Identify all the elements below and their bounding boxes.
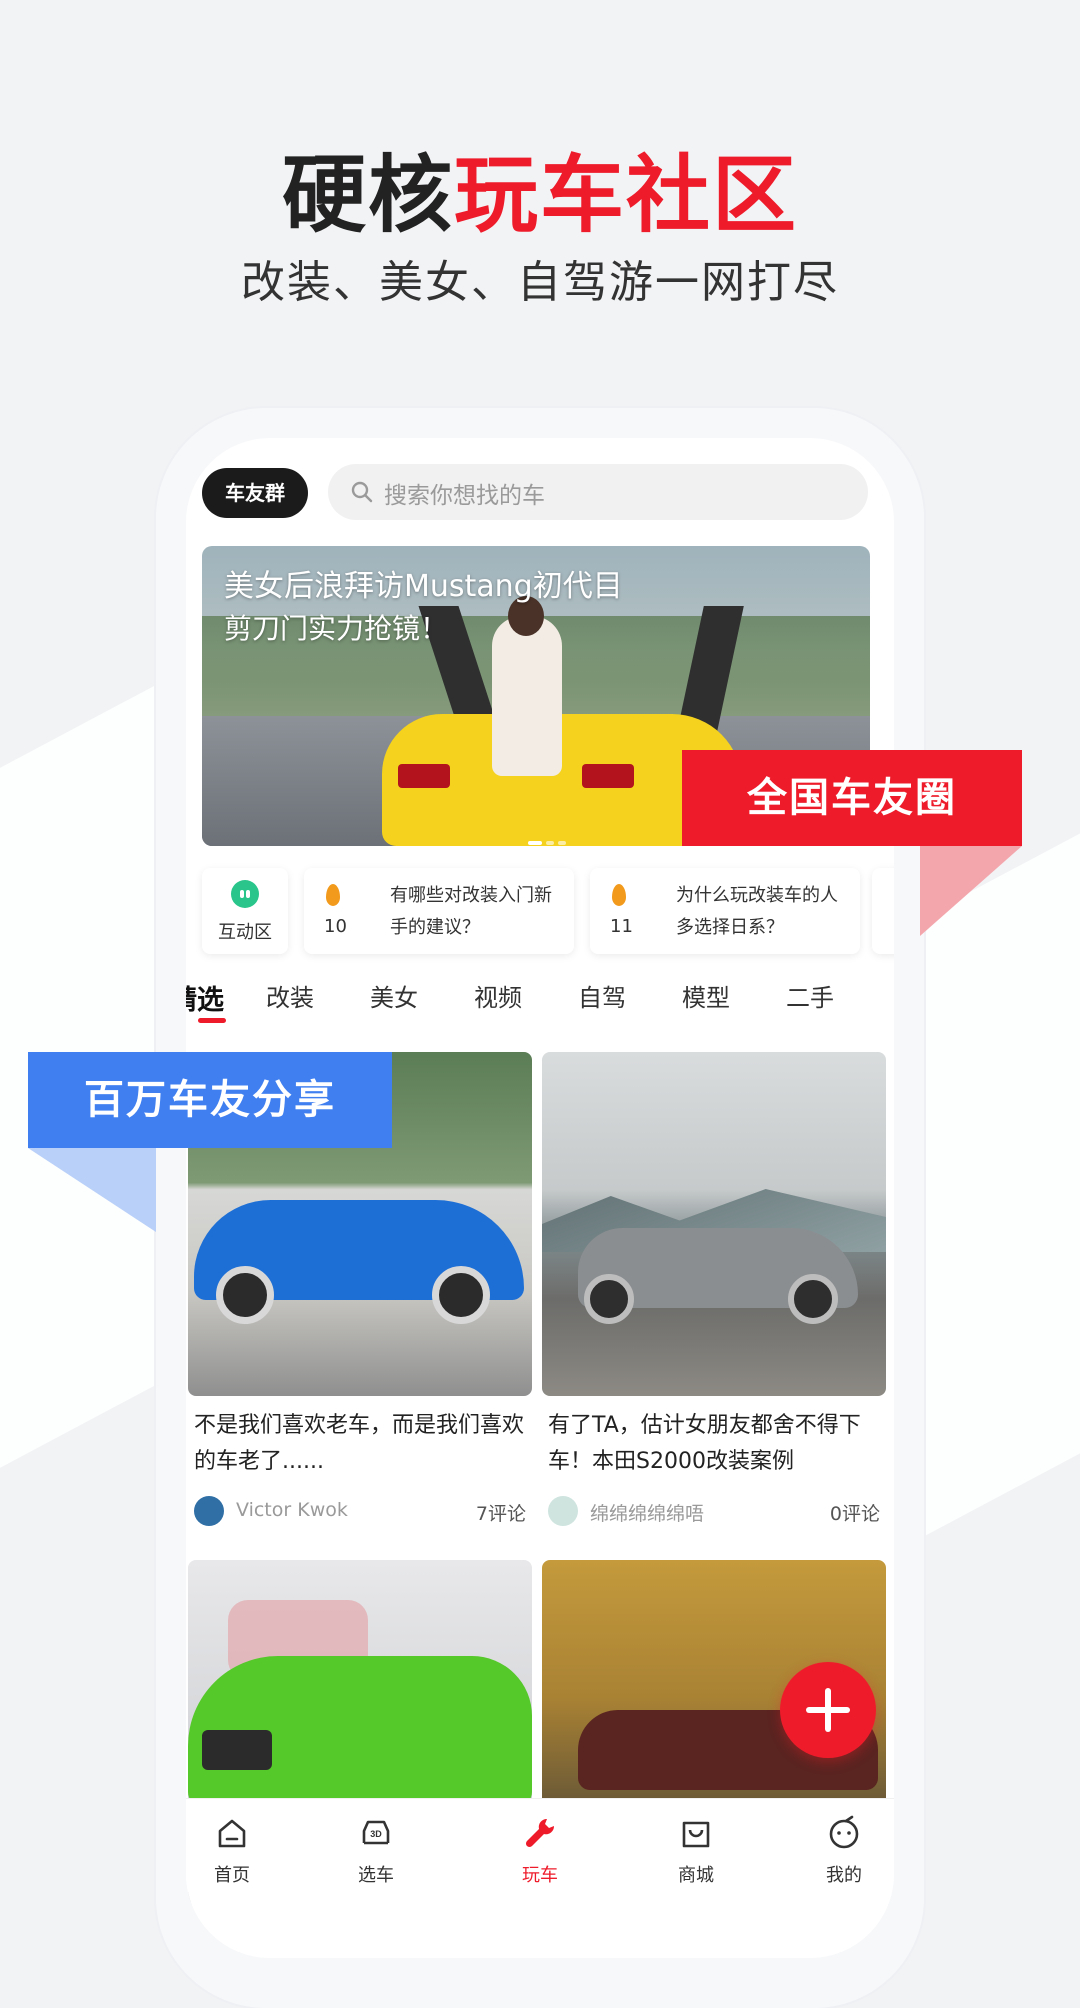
fire-icon: [612, 884, 626, 906]
banner-caption: 美女后浪拜访Mustang初代目 剪刀门实力抢镜！: [224, 566, 623, 650]
tab-road-trip[interactable]: 自驾: [578, 978, 626, 1013]
nav-label: 选车: [358, 1865, 394, 1886]
car-grill: [202, 1730, 272, 1770]
hero-subtitle: 改装、美女、自驾游一网打尽: [241, 257, 839, 308]
active-tab-indicator: [198, 1018, 226, 1023]
bottom-nav: 首页 3D 选车 玩车 商城 我的: [186, 1798, 894, 1958]
nav-play-car[interactable]: 玩车: [490, 1813, 590, 1887]
hot-topic-card[interactable]: 11 为什么玩改装车的人多选择日系？: [590, 868, 860, 954]
nationwide-circle-badge: 全国车友圈: [682, 750, 1022, 846]
nav-select-car[interactable]: 3D 选车: [326, 1813, 426, 1887]
nav-label: 商城: [678, 1865, 714, 1886]
wheel: [788, 1274, 838, 1324]
hot-topic-text: 为什么玩改装车的人多选择日系？: [676, 885, 838, 938]
post-card[interactable]: 有了TA，估计女朋友都舍不得下车！本田S2000改装案例 绵绵绵绵绵唔 0评论: [542, 1052, 886, 1528]
post-image: [542, 1052, 886, 1396]
nav-label: 首页: [214, 1865, 250, 1886]
hero-title-red: 玩车社区: [454, 146, 799, 244]
avatar[interactable]: [548, 1496, 578, 1526]
tab-beauty[interactable]: 美女: [370, 978, 418, 1013]
post-author[interactable]: 绵绵绵绵绵唔: [590, 1499, 704, 1526]
nav-mall[interactable]: 商城: [646, 1813, 746, 1887]
tab-used[interactable]: 二手: [786, 978, 834, 1013]
hot-topic-card[interactable]: 10 有哪些对改装入门新手的建议？: [304, 868, 574, 954]
hot-topic-text: 有哪些对改装入门新手的建议？: [390, 885, 552, 938]
hot-topic-number: 10: [324, 916, 347, 937]
car-group-button[interactable]: 车友群: [202, 468, 308, 518]
hero-title-dark: 硬核: [281, 146, 454, 244]
nav-label: 我的: [826, 1865, 862, 1886]
avatar[interactable]: [194, 1496, 224, 1526]
car-taillight: [398, 764, 450, 788]
post-comments[interactable]: 7评论: [476, 1499, 526, 1526]
fire-icon: [326, 884, 340, 906]
million-share-badge: 百万车友分享: [28, 1052, 392, 1148]
create-post-button[interactable]: [780, 1662, 876, 1758]
wheel: [432, 1266, 490, 1324]
category-tabs: 精选 改装 美女 视频 自驾 模型 二手: [186, 978, 894, 1038]
car-3d-icon: 3D: [362, 1820, 390, 1845]
search-bar[interactable]: 搜索你想找的车: [328, 464, 868, 520]
banner-pagination: [528, 830, 570, 846]
car-taillight: [582, 764, 634, 788]
shopping-bag-icon: [682, 1821, 710, 1848]
svg-text:3D: 3D: [370, 1829, 382, 1839]
post-author[interactable]: Victor Kwok: [236, 1499, 348, 1521]
nav-home[interactable]: 首页: [186, 1813, 282, 1887]
interaction-zone-button[interactable]: 互动区: [202, 868, 288, 954]
chat-bubble-icon: [231, 880, 259, 908]
tab-video[interactable]: 视频: [474, 978, 522, 1013]
post-meta: Victor Kwok 7评论: [194, 1494, 526, 1528]
search-placeholder: 搜索你想找的车: [384, 483, 545, 509]
banner-caption-line1: 美女后浪拜访Mustang初代目: [224, 569, 623, 604]
post-comments[interactable]: 0评论: [830, 1499, 880, 1526]
home-icon: [218, 1819, 246, 1848]
search-icon: [351, 481, 373, 503]
post-title: 有了TA，估计女朋友都舍不得下车！本田S2000改装案例: [548, 1413, 861, 1474]
wrench-icon: [525, 1818, 555, 1848]
hot-topic-number: 11: [610, 916, 633, 937]
nav-label: 玩车: [522, 1865, 558, 1886]
hero-title: 硬核玩车社区: [0, 128, 1080, 249]
post-title: 不是我们喜欢老车，而是我们喜欢的车老了......: [194, 1413, 525, 1474]
hot-topic-card[interactable]: [872, 868, 894, 954]
profile-face-icon: [829, 1815, 859, 1849]
nav-mine[interactable]: 我的: [794, 1813, 894, 1887]
quick-topics: 互动区 10 有哪些对改装入门新手的建议？ 11 为什么玩改装车的人多选择日系？: [202, 868, 894, 954]
tab-modify[interactable]: 改装: [266, 978, 314, 1013]
wheel: [216, 1266, 274, 1324]
interaction-zone-label: 互动区: [218, 922, 272, 943]
post-meta: 绵绵绵绵绵唔 0评论: [548, 1494, 880, 1528]
wheel: [584, 1274, 634, 1324]
banner-caption-line2: 剪刀门实力抢镜！: [224, 612, 449, 645]
tab-featured[interactable]: 精选: [186, 978, 224, 1017]
tab-model[interactable]: 模型: [682, 978, 730, 1013]
